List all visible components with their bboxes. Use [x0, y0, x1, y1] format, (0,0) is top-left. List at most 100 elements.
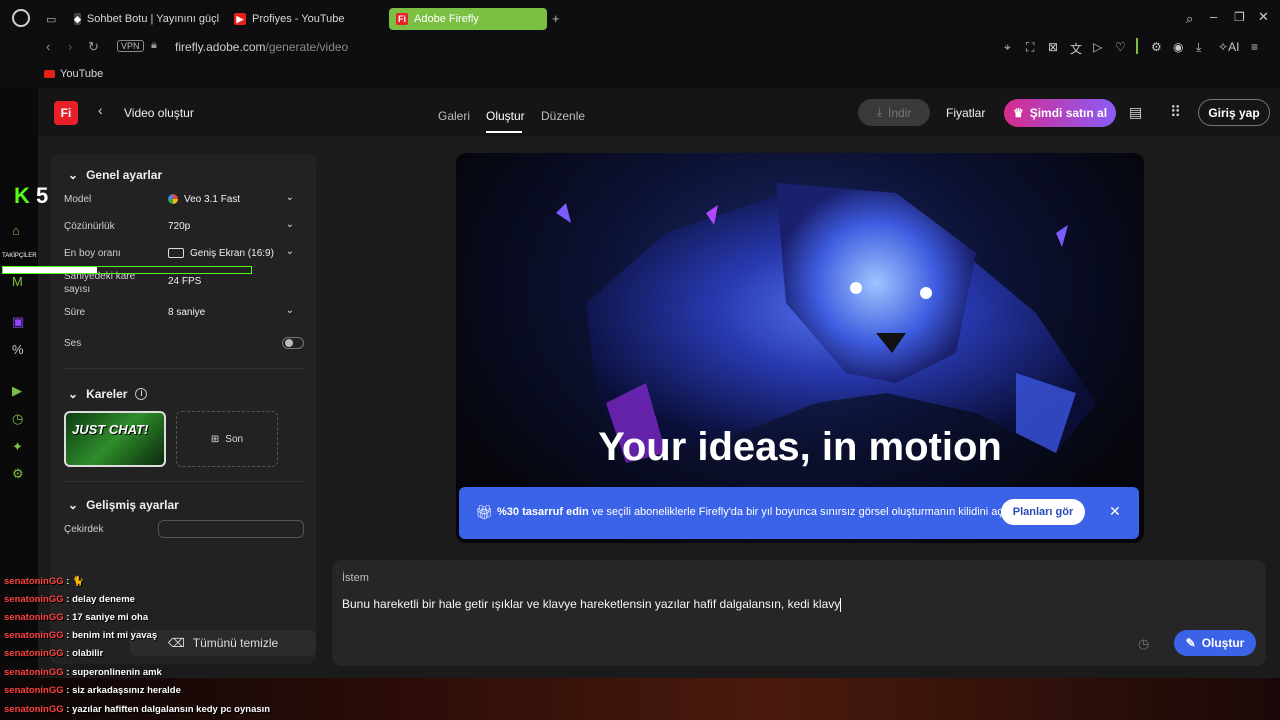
extensions-icon[interactable]: ⚙	[1151, 40, 1162, 54]
percent-icon[interactable]: %	[12, 342, 24, 357]
prompt-box[interactable]: İstem Bunu hareketli bir hale getir ışık…	[332, 560, 1266, 666]
info-icon[interactable]: i	[135, 388, 148, 400]
settings-icon[interactable]: ⚙	[12, 466, 24, 482]
aria-ai-icon[interactable]: ✧AI	[1218, 40, 1239, 54]
firefly-logo[interactable]: Fi	[54, 101, 78, 125]
duration-select[interactable]: 8 saniye ⌄	[158, 301, 304, 323]
feedback-icon[interactable]: ▤	[1129, 104, 1142, 121]
tab-menu-icon[interactable]: ▭	[46, 13, 56, 26]
shopping-icon[interactable]: ⌂	[12, 223, 20, 238]
apps-grid-icon[interactable]: ⠿	[1170, 103, 1181, 121]
chat-username: senatoninGG	[4, 576, 64, 587]
opera-logo-icon[interactable]	[12, 9, 30, 27]
messenger-icon[interactable]: M	[12, 274, 23, 289]
promo-text: %30 tasarruf edin ve seçili aboneliklerl…	[497, 506, 1016, 518]
history-icon[interactable]: ◷	[1138, 636, 1149, 652]
address-bar[interactable]: firefly.adobe.com/generate/video	[175, 40, 348, 54]
general-settings-header[interactable]: ⌄ Genel ayarlar	[68, 168, 162, 182]
maximize-icon[interactable]: ❐	[1234, 10, 1245, 24]
view-plans-button[interactable]: Planları gör	[1001, 499, 1085, 525]
chat-message: senatoninGG : superonlinenin amk	[4, 667, 162, 678]
chat-text: : benim int mi yavaş	[63, 630, 158, 641]
firefly-favicon-icon: Fi	[396, 13, 408, 25]
pin-icon[interactable]: ⌖	[1004, 40, 1011, 55]
new-tab-icon[interactable]: +	[552, 11, 560, 26]
back-arrow-icon[interactable]: ‹	[98, 102, 103, 118]
bookmark-youtube[interactable]: YouTube	[44, 68, 103, 80]
sound-label: Ses	[64, 338, 82, 349]
profile-icon[interactable]: ◉	[1173, 40, 1183, 54]
chat-username: senatoninGG	[4, 648, 64, 659]
end-frame-slot[interactable]: ⊞ Son	[176, 411, 278, 467]
resolution-select[interactable]: 720p ⌄	[158, 215, 304, 237]
browser-chrome: ▭ ◆ Sohbet Botu | Yayınını güçl ▶ Profiy…	[0, 0, 1280, 88]
prompt-input[interactable]: Bunu hareketli bir hale getir ışıklar ve…	[342, 597, 842, 612]
history-icon[interactable]: ◷	[12, 411, 23, 427]
menu-icon[interactable]: ≡	[1251, 40, 1258, 54]
chat-username: senatoninGG	[4, 685, 64, 696]
close-icon[interactable]: ✕	[1109, 503, 1121, 520]
pricing-link[interactable]: Fiyatlar	[946, 106, 985, 120]
generate-button[interactable]: ✎ Oluştur	[1174, 630, 1256, 656]
seed-input[interactable]	[158, 520, 304, 538]
advanced-settings-header[interactable]: ⌄ Gelişmiş ayarlar	[68, 498, 179, 512]
close-window-icon[interactable]: ✕	[1258, 9, 1269, 25]
hero-preview: Your ideas, in motion	[456, 153, 1144, 543]
frames-header[interactable]: ⌄ Kareler i	[68, 387, 148, 401]
youtube-favicon-icon: ▶	[234, 13, 246, 25]
settings-panel: ⌄ Genel ayarlar Model Veo 3.1 Fast ⌄ Çözün…	[50, 154, 316, 664]
search-icon[interactable]: ⌕	[1186, 11, 1193, 27]
aspect-label: En boy oranı	[64, 248, 121, 259]
translate-icon[interactable]: 文	[1070, 40, 1082, 57]
crop-icon[interactable]: ⛶	[1026, 40, 1034, 55]
play-icon[interactable]: ▷	[1093, 40, 1102, 54]
duration-label: Süre	[64, 307, 86, 318]
chat-message: senatoninGG : yazılar hafiften dalgalans…	[4, 704, 270, 715]
download-button[interactable]: ⤓ İndir	[858, 99, 930, 126]
back-icon[interactable]: ‹	[46, 39, 50, 54]
heart-icon[interactable]: ♡	[1115, 40, 1126, 54]
chevron-down-icon: ⌄	[285, 192, 294, 203]
download-icon[interactable]: ⤓	[1196, 40, 1201, 55]
sign-in-button[interactable]: Giriş yap	[1198, 99, 1270, 126]
seed-label: Çekirdek	[64, 524, 104, 535]
reload-icon[interactable]: ↻	[88, 39, 99, 55]
chat-text: : 17 saniye mi oha	[63, 612, 149, 623]
block-icon[interactable]: ⊠	[1048, 40, 1058, 54]
chevron-down-icon: ⌄	[285, 219, 294, 230]
google-icon	[168, 194, 178, 204]
tab-olustur[interactable]: Oluştur	[486, 109, 525, 123]
sound-toggle[interactable]	[282, 337, 304, 349]
chat-text: : siz arkadaşsınız heralde	[63, 685, 181, 696]
start-frame-thumbnail[interactable]: JUST CHAT!	[64, 411, 166, 467]
chat-text: : yazılar hafiften dalgalansın kedy pc o…	[63, 704, 271, 715]
player-icon[interactable]: ▶	[12, 383, 22, 399]
tab-duzenle[interactable]: Düzenle	[541, 109, 585, 123]
tab-galeri[interactable]: Galeri	[438, 109, 470, 123]
text-cursor	[840, 597, 842, 612]
tab-profiyes-youtube[interactable]: ▶ Profiyes - YouTube	[234, 8, 384, 30]
forward-icon[interactable]: ›	[68, 39, 72, 54]
tab-adobe-firefly[interactable]: Fi Adobe Firefly	[389, 8, 547, 30]
minimize-icon[interactable]: –	[1210, 9, 1217, 24]
jaguar-image	[556, 183, 1096, 463]
chevron-down-icon: ⌄	[68, 168, 79, 182]
twitch-icon[interactable]: ▣	[12, 314, 24, 330]
add-image-icon: ⊞	[210, 433, 220, 445]
tab-sohbet-botu[interactable]: ◆ Sohbet Botu | Yayınını güçl	[74, 8, 219, 30]
buy-now-button[interactable]: ♛ Şimdi satın al	[1004, 99, 1116, 127]
aspect-select[interactable]: Geniş Ekran (16:9) ⌄	[158, 242, 304, 264]
follower-goal-fill	[3, 267, 98, 273]
app-header: Fi ‹ Video oluştur Galeri Oluştur Düzenl…	[38, 88, 1280, 136]
chevron-down-icon: ⌄	[68, 387, 79, 401]
chat-message: senatoninGG : olabilir	[4, 648, 103, 659]
download-arrow-icon: ⤓	[876, 105, 882, 119]
chat-message: senatoninGG : delay deneme	[4, 594, 135, 605]
chat-username: senatoninGG	[4, 704, 64, 715]
vpn-badge[interactable]: VPN	[117, 40, 144, 52]
active-tab-indicator	[486, 131, 522, 133]
follower-goal-bar	[2, 266, 252, 274]
extensions-sidebar-icon[interactable]: ✦	[12, 439, 23, 455]
clear-all-button[interactable]: ⌫ Tümünü temizle	[130, 630, 316, 656]
model-select[interactable]: Veo 3.1 Fast ⌄	[158, 188, 304, 210]
